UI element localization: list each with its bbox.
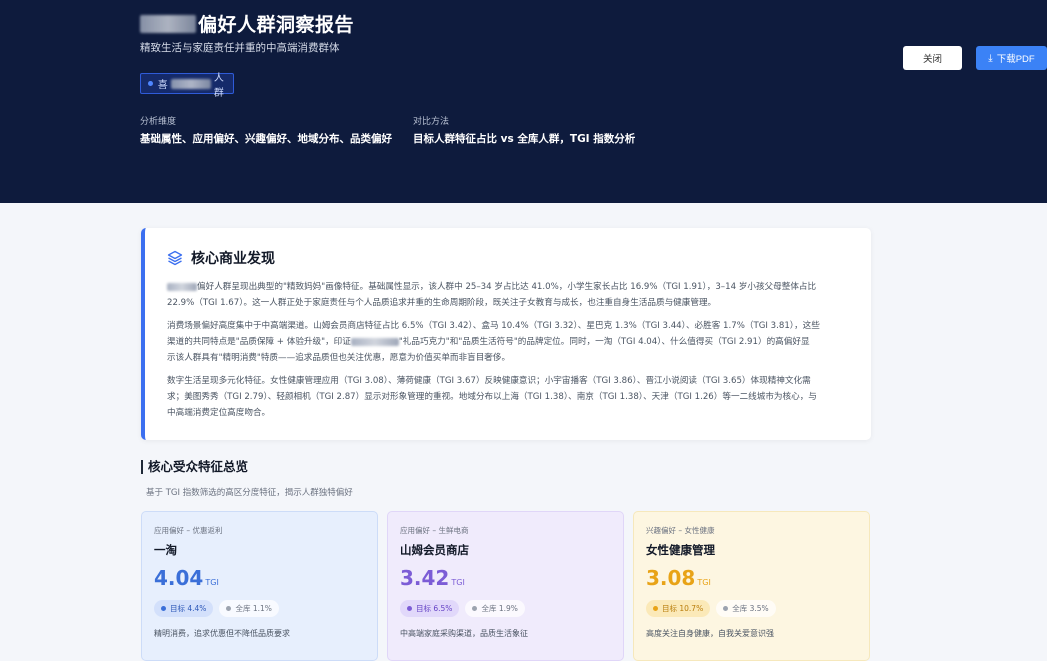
report-header: 偏好人群洞察报告 精致生活与家庭责任并重的中高端消费群体 喜 人群 分析维度 基… xyxy=(0,0,1047,203)
findings-paragraph-1: 偏好人群呈现出典型的"精致妈妈"画像特征。基础属性显示，该人群中 25–34 岁… xyxy=(167,282,817,308)
redacted-brand xyxy=(167,282,197,291)
close-button[interactable]: 关闭 xyxy=(903,46,962,70)
target-pill: 目标 4.4% xyxy=(154,600,214,617)
core-findings-card: 核心商业发现 偏好人群呈现出典型的"精致妈妈"画像特征。基础属性显示，该人群中 … xyxy=(141,228,871,440)
redacted-tag xyxy=(170,78,211,89)
feature-card-yitao[interactable]: 应用偏好 – 优惠返利 一淘 4.04 TGI 目标 4.4% 全库 1.1% 精… xyxy=(141,511,378,661)
layers-icon xyxy=(167,250,183,266)
redacted-brand xyxy=(140,14,196,33)
findings-title: 核心商业发现 xyxy=(191,251,275,267)
page-title: 偏好人群洞察报告 xyxy=(140,10,354,37)
tag-dot xyxy=(148,81,153,86)
download-icon: ⤓ xyxy=(988,52,993,64)
feature-card-sams[interactable]: 应用偏好 – 生鲜电商 山姆会员商店 3.42 TGI 目标 6.5% 全库 1.… xyxy=(387,511,624,661)
findings-heading: 核心商业发现 xyxy=(167,248,275,268)
all-pill: 全库 1.1% xyxy=(219,600,279,617)
method-value: 目标人群特征占比 vs 全库人群，TGI 指数分析 xyxy=(413,133,636,145)
target-pill: 目标 6.5% xyxy=(400,600,460,617)
dimension-value: 基础属性、应用偏好、兴趣偏好、地域分布、品类偏好 xyxy=(140,133,392,145)
tgi-value: 3.08 TGI xyxy=(646,566,711,590)
tgi-value: 3.42 TGI xyxy=(400,566,465,590)
method-label: 对比方法 xyxy=(413,117,450,127)
tgi-value: 4.04 TGI xyxy=(154,566,219,590)
redacted-brand xyxy=(350,337,399,346)
page-subtitle: 精致生活与家庭责任并重的中高端消费群体 xyxy=(140,42,340,54)
download-pdf-button[interactable]: ⤓ 下载PDF xyxy=(976,46,1047,70)
dimension-label: 分析维度 xyxy=(140,117,177,127)
all-pill: 全库 1.9% xyxy=(465,600,525,617)
overview-subtitle: 基于 TGI 指数筛选的高区分度特征，揭示人群独特偏好 xyxy=(146,488,353,498)
overview-title: 核心受众特征总览 xyxy=(141,460,248,474)
all-pill: 全库 3.5% xyxy=(716,600,776,617)
findings-paragraph-2: 消费场景偏好高度集中于中高端渠道。山姆会员商店特征占比 6.5%（TGI 3.4… xyxy=(167,321,820,363)
audience-tag: 喜 人群 xyxy=(140,73,234,99)
findings-paragraph-3: 数字生活呈现多元化特征。女性健康管理应用（TGI 3.08）、薄荷健康（TGI … xyxy=(167,376,817,418)
feature-card-womens-health[interactable]: 兴趣偏好 – 女性健康 女性健康管理 3.08 TGI 目标 10.7% 全库 3… xyxy=(633,511,870,661)
target-pill: 目标 10.7% xyxy=(646,600,711,617)
